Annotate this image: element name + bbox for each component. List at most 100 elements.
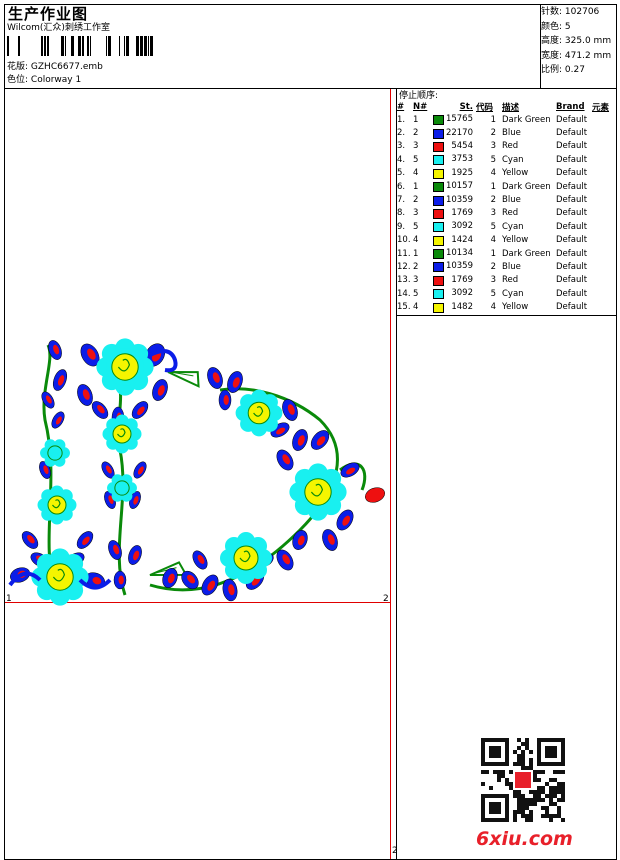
watermark-logo: 6xiu.com [476, 828, 573, 850]
row-stitches-cell: 1424 [433, 234, 476, 247]
row-brand: Default [556, 261, 588, 272]
row-element [592, 300, 609, 313]
row-needle: 4 [413, 235, 419, 246]
row-stitches-cell: 10134 [433, 247, 476, 260]
row-stitches-cell: 22170 [433, 126, 476, 139]
stop-sequence-title: 停止顺序: [399, 91, 439, 101]
row-index: 15. [397, 302, 411, 313]
table-row: 5. 4 1925 4 Yellow Default [397, 167, 609, 180]
row-code: 3 [490, 275, 496, 286]
row-index: 14. [397, 288, 411, 299]
row-element [592, 140, 609, 153]
qr-code-icon [481, 738, 565, 822]
row-description: Red [502, 208, 519, 219]
row-element [592, 234, 609, 247]
row-stitches-cell: 1769 [433, 207, 476, 220]
color-swatch [433, 168, 444, 179]
row-code: 5 [490, 288, 496, 299]
stat-stitches: 针数: 102706 [541, 7, 600, 17]
row-stitches: 1769 [451, 207, 473, 218]
row-code: 3 [490, 141, 496, 152]
stat-width: 宽度: 471.2 mm [541, 50, 612, 61]
color-swatch [433, 195, 444, 206]
row-description: Yellow [502, 168, 529, 179]
row-description: Dark Green [502, 248, 551, 259]
row-element [592, 193, 609, 206]
row-stitches: 1925 [451, 167, 473, 178]
row-index: 12. [397, 261, 411, 272]
row-code: 2 [490, 128, 496, 139]
row-needle: 3 [413, 275, 419, 286]
row-element [592, 274, 609, 287]
table-row: 13. 3 1769 3 Red Default [397, 274, 609, 287]
row-stitches: 5454 [451, 140, 473, 151]
table-row: 9. 5 3092 5 Cyan Default [397, 220, 609, 233]
stats-list: 针数: 102706 颜色: 5 高度: 325.0 mm 宽度: 471.2 … [541, 5, 611, 78]
header-brand: Brand [556, 102, 585, 112]
row-code: 4 [490, 235, 496, 246]
row-needle: 2 [413, 195, 419, 206]
row-needle: 1 [413, 181, 419, 192]
row-index: 8. [397, 208, 406, 219]
row-stitches: 10157 [445, 181, 473, 192]
row-element [592, 113, 609, 126]
row-description: Blue [502, 261, 521, 272]
color-swatch [433, 141, 444, 152]
color-swatch [433, 128, 444, 139]
row-brand: Default [556, 168, 588, 179]
row-code: 2 [490, 195, 496, 206]
color-swatch [433, 302, 444, 313]
header-stitches: St. [459, 102, 473, 112]
table-row: 4. 5 3753 5 Cyan Default [397, 153, 609, 166]
row-stitches: 1769 [451, 274, 473, 285]
color-swatch [433, 235, 444, 246]
design-file-line: 花版: GZHC6677.emb [7, 62, 103, 73]
embroidery-design-preview [8, 338, 385, 606]
row-brand: Default [556, 154, 588, 165]
table-row: 2. 2 22170 2 Blue Default [397, 126, 609, 139]
stat-height: 高度: 325.0 mm [541, 36, 612, 46]
row-description: Cyan [502, 154, 524, 165]
row-needle: 1 [413, 248, 419, 259]
row-stitches: 1424 [451, 234, 473, 245]
row-element [592, 167, 609, 180]
row-element [592, 220, 609, 233]
row-stitches-cell: 3092 [433, 287, 476, 300]
color-swatch [433, 262, 444, 273]
color-swatch [433, 275, 444, 286]
row-needle: 5 [413, 221, 419, 232]
barcode-icon [7, 36, 153, 56]
row-element [592, 260, 609, 273]
row-brand: Default [556, 195, 588, 206]
row-index: 13. [397, 275, 411, 286]
color-swatch [433, 289, 444, 300]
row-stitches: 10359 [445, 261, 473, 272]
design-filename: GZHC6677.emb [30, 62, 103, 72]
row-code: 5 [490, 221, 496, 232]
row-stitches: 10359 [445, 194, 473, 205]
color-swatch [433, 182, 444, 193]
design-label: 花版: [7, 62, 29, 72]
header-code: 代码 [476, 103, 494, 113]
row-code: 4 [490, 302, 496, 313]
row-stitches: 22170 [445, 127, 473, 138]
table-row: 11. 1 10134 1 Dark Green Default [397, 247, 609, 260]
table-row: 7. 2 10359 2 Blue Default [397, 193, 609, 206]
row-code: 1 [490, 114, 496, 125]
row-index: 3. [397, 141, 406, 152]
table-row: 12. 2 10359 2 Blue Default [397, 260, 609, 273]
row-needle: 2 [413, 261, 419, 272]
row-index: 7. [397, 195, 406, 206]
axis-label-bottom: 2 [392, 846, 398, 856]
row-brand: Default [556, 248, 588, 259]
page-title: 生产作业图 [8, 5, 89, 23]
table-row: 8. 3 1769 3 Red Default [397, 207, 609, 220]
row-description: Yellow [502, 302, 529, 313]
row-needle: 5 [413, 288, 419, 299]
row-brand: Default [556, 128, 588, 139]
row-brand: Default [556, 302, 588, 313]
table-row: 1. 1 15765 1 Dark Green Default [397, 113, 609, 126]
row-needle: 1 [413, 114, 419, 125]
row-code: 1 [490, 248, 496, 259]
row-stitches-cell: 1769 [433, 274, 476, 287]
